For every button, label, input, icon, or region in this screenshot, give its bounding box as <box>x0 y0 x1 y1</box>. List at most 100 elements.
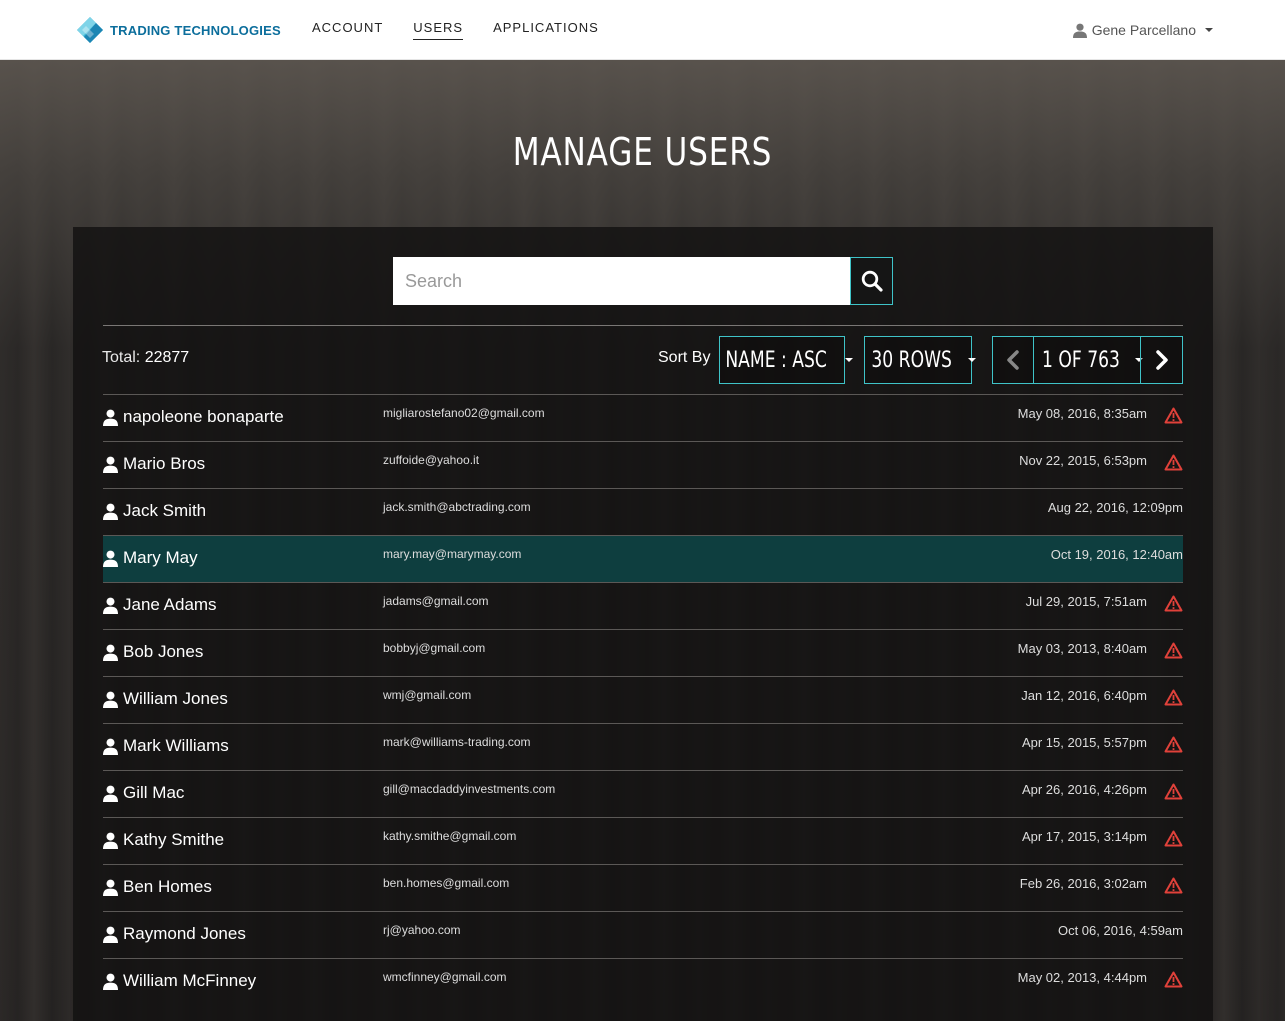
table-row[interactable]: Kathy Smithe kathy.smithe@gmail.com Apr … <box>103 817 1183 864</box>
chevron-down-icon <box>967 358 976 362</box>
user-icon <box>103 973 118 990</box>
warning-icon[interactable] <box>1164 689 1183 706</box>
user-last-login: Jan 12, 2016, 6:40pm <box>1021 688 1147 703</box>
user-name: Mark Williams <box>123 736 229 755</box>
user-name: Ben Homes <box>123 877 212 896</box>
chevron-down-icon <box>845 358 854 362</box>
user-name-cell: Raymond Jones <box>103 924 246 944</box>
total-value: 22877 <box>144 349 190 366</box>
table-row[interactable]: Ben Homes ben.homes@gmail.com Feb 26, 20… <box>103 864 1183 911</box>
user-last-login: May 08, 2016, 8:35am <box>1017 406 1147 421</box>
search-input[interactable] <box>393 257 850 305</box>
chevron-down-icon <box>1205 28 1213 32</box>
user-name-cell: Bob Jones <box>103 642 203 662</box>
warning-icon[interactable] <box>1164 877 1183 894</box>
user-name-cell: William McFinney <box>103 971 256 991</box>
user-email: jadams@gmail.com <box>383 594 489 608</box>
user-icon <box>103 550 118 567</box>
user-icon <box>1072 23 1087 38</box>
user-last-login: Jul 29, 2015, 7:51am <box>1025 594 1147 609</box>
user-email: ben.homes@gmail.com <box>383 876 510 890</box>
user-icon <box>103 644 118 661</box>
table-row[interactable]: napoleone bonaparte migliarostefano02@gm… <box>103 394 1183 441</box>
users-panel: Total: 22877 Sort By NAME : ASC 30 ROWS … <box>73 227 1213 1021</box>
table-row[interactable]: Mark Williams mark@williams-trading.com … <box>103 723 1183 770</box>
user-name-cell: Mary May <box>103 548 198 568</box>
next-page-button[interactable] <box>1140 336 1183 384</box>
prev-page-button[interactable] <box>992 336 1034 384</box>
user-menu[interactable]: Gene Parcellano <box>1072 22 1213 38</box>
user-name: Mario Bros <box>123 454 206 473</box>
page-title: MANAGE USERS <box>512 130 773 174</box>
rows-per-page-value: 30 ROWS <box>871 347 953 373</box>
table-row[interactable]: Gill Mac gill@macdaddyinvestments.com Ap… <box>103 770 1183 817</box>
warning-icon[interactable] <box>1164 783 1183 800</box>
users-list: napoleone bonaparte migliarostefano02@gm… <box>103 394 1183 1005</box>
user-email: kathy.smithe@gmail.com <box>383 829 517 843</box>
user-name: Mary May <box>123 548 198 567</box>
nav-account[interactable]: ACCOUNT <box>312 20 383 40</box>
warning-icon[interactable] <box>1164 830 1183 847</box>
user-name-cell: napoleone bonaparte <box>103 407 284 427</box>
user-name: Jack Smith <box>123 501 207 520</box>
user-last-login: Aug 22, 2016, 12:09pm <box>1047 500 1183 515</box>
brand-logo-icon <box>77 17 103 43</box>
total-label: Total: <box>102 349 141 366</box>
warning-icon[interactable] <box>1164 736 1183 753</box>
brand-logo[interactable]: TRADING TECHNOLOGIES <box>76 16 281 44</box>
user-last-login: Nov 22, 2015, 6:53pm <box>1019 453 1147 468</box>
user-email: wmj@gmail.com <box>383 688 472 702</box>
chevron-left-icon <box>1007 350 1019 370</box>
user-menu-name: Gene Parcellano <box>1091 22 1196 38</box>
page-dropdown[interactable]: 1 OF 763 <box>1034 336 1143 384</box>
user-name: William Jones <box>123 689 228 708</box>
user-name-cell: Jack Smith <box>103 501 206 521</box>
user-name-cell: Kathy Smithe <box>103 830 224 850</box>
table-row[interactable]: William Jones wmj@gmail.com Jan 12, 2016… <box>103 676 1183 723</box>
user-icon <box>103 832 118 849</box>
warning-icon[interactable] <box>1164 642 1183 659</box>
user-email: mark@williams-trading.com <box>383 735 531 749</box>
nav-users[interactable]: USERS <box>413 20 464 40</box>
table-row[interactable]: Bob Jones bobbyj@gmail.com May 03, 2013,… <box>103 629 1183 676</box>
user-name-cell: Ben Homes <box>103 877 212 897</box>
table-row[interactable]: Jane Adams jadams@gmail.com Jul 29, 2015… <box>103 582 1183 629</box>
warning-icon[interactable] <box>1164 595 1183 612</box>
table-row[interactable]: William McFinney wmcfinney@gmail.com May… <box>103 958 1183 1005</box>
rows-per-page-dropdown[interactable]: 30 ROWS <box>864 336 976 384</box>
user-email: wmcfinney@gmail.com <box>383 970 507 984</box>
nav-applications[interactable]: APPLICATIONS <box>493 20 599 40</box>
table-row[interactable]: Jack Smith jack.smith@abctrading.com Aug… <box>103 488 1183 535</box>
user-email: jack.smith@abctrading.com <box>383 500 531 514</box>
user-name: Bob Jones <box>123 642 204 661</box>
brand-name: TRADING TECHNOLOGIES <box>110 22 281 38</box>
table-row[interactable]: Mario Bros zuffoide@yahoo.it Nov 22, 201… <box>103 441 1183 488</box>
divider <box>103 325 1183 326</box>
sort-dropdown-value: NAME : ASC <box>725 347 827 373</box>
user-icon <box>103 926 118 943</box>
user-last-login: Apr 26, 2016, 4:26pm <box>1021 782 1147 797</box>
sort-dropdown[interactable]: NAME : ASC <box>719 336 854 384</box>
table-row[interactable]: Raymond Jones rj@yahoo.com Oct 06, 2016,… <box>103 911 1183 958</box>
user-last-login: Apr 15, 2015, 5:57pm <box>1021 735 1147 750</box>
user-email: rj@yahoo.com <box>383 923 461 937</box>
user-name: Gill Mac <box>123 783 185 802</box>
warning-icon[interactable] <box>1164 407 1183 424</box>
total-count: Total: 22877 <box>102 349 189 367</box>
pagination: 1 OF 763 <box>992 336 1183 384</box>
main-nav: ACCOUNT USERS APPLICATIONS <box>312 20 599 40</box>
warning-icon[interactable] <box>1164 971 1183 988</box>
user-name: Kathy Smithe <box>123 830 225 849</box>
user-email: zuffoide@yahoo.it <box>383 453 480 467</box>
user-icon <box>103 597 118 614</box>
warning-icon[interactable] <box>1164 454 1183 471</box>
user-icon <box>103 409 118 426</box>
search-button[interactable] <box>850 257 893 305</box>
table-row[interactable]: Mary May mary.may@marymay.com Oct 19, 20… <box>103 535 1183 582</box>
user-name: Jane Adams <box>123 595 217 614</box>
user-name: Raymond Jones <box>123 924 246 943</box>
user-name-cell: Mark Williams <box>103 736 229 756</box>
user-name: napoleone bonaparte <box>123 407 284 426</box>
search-icon <box>861 270 883 292</box>
user-icon <box>103 503 118 520</box>
